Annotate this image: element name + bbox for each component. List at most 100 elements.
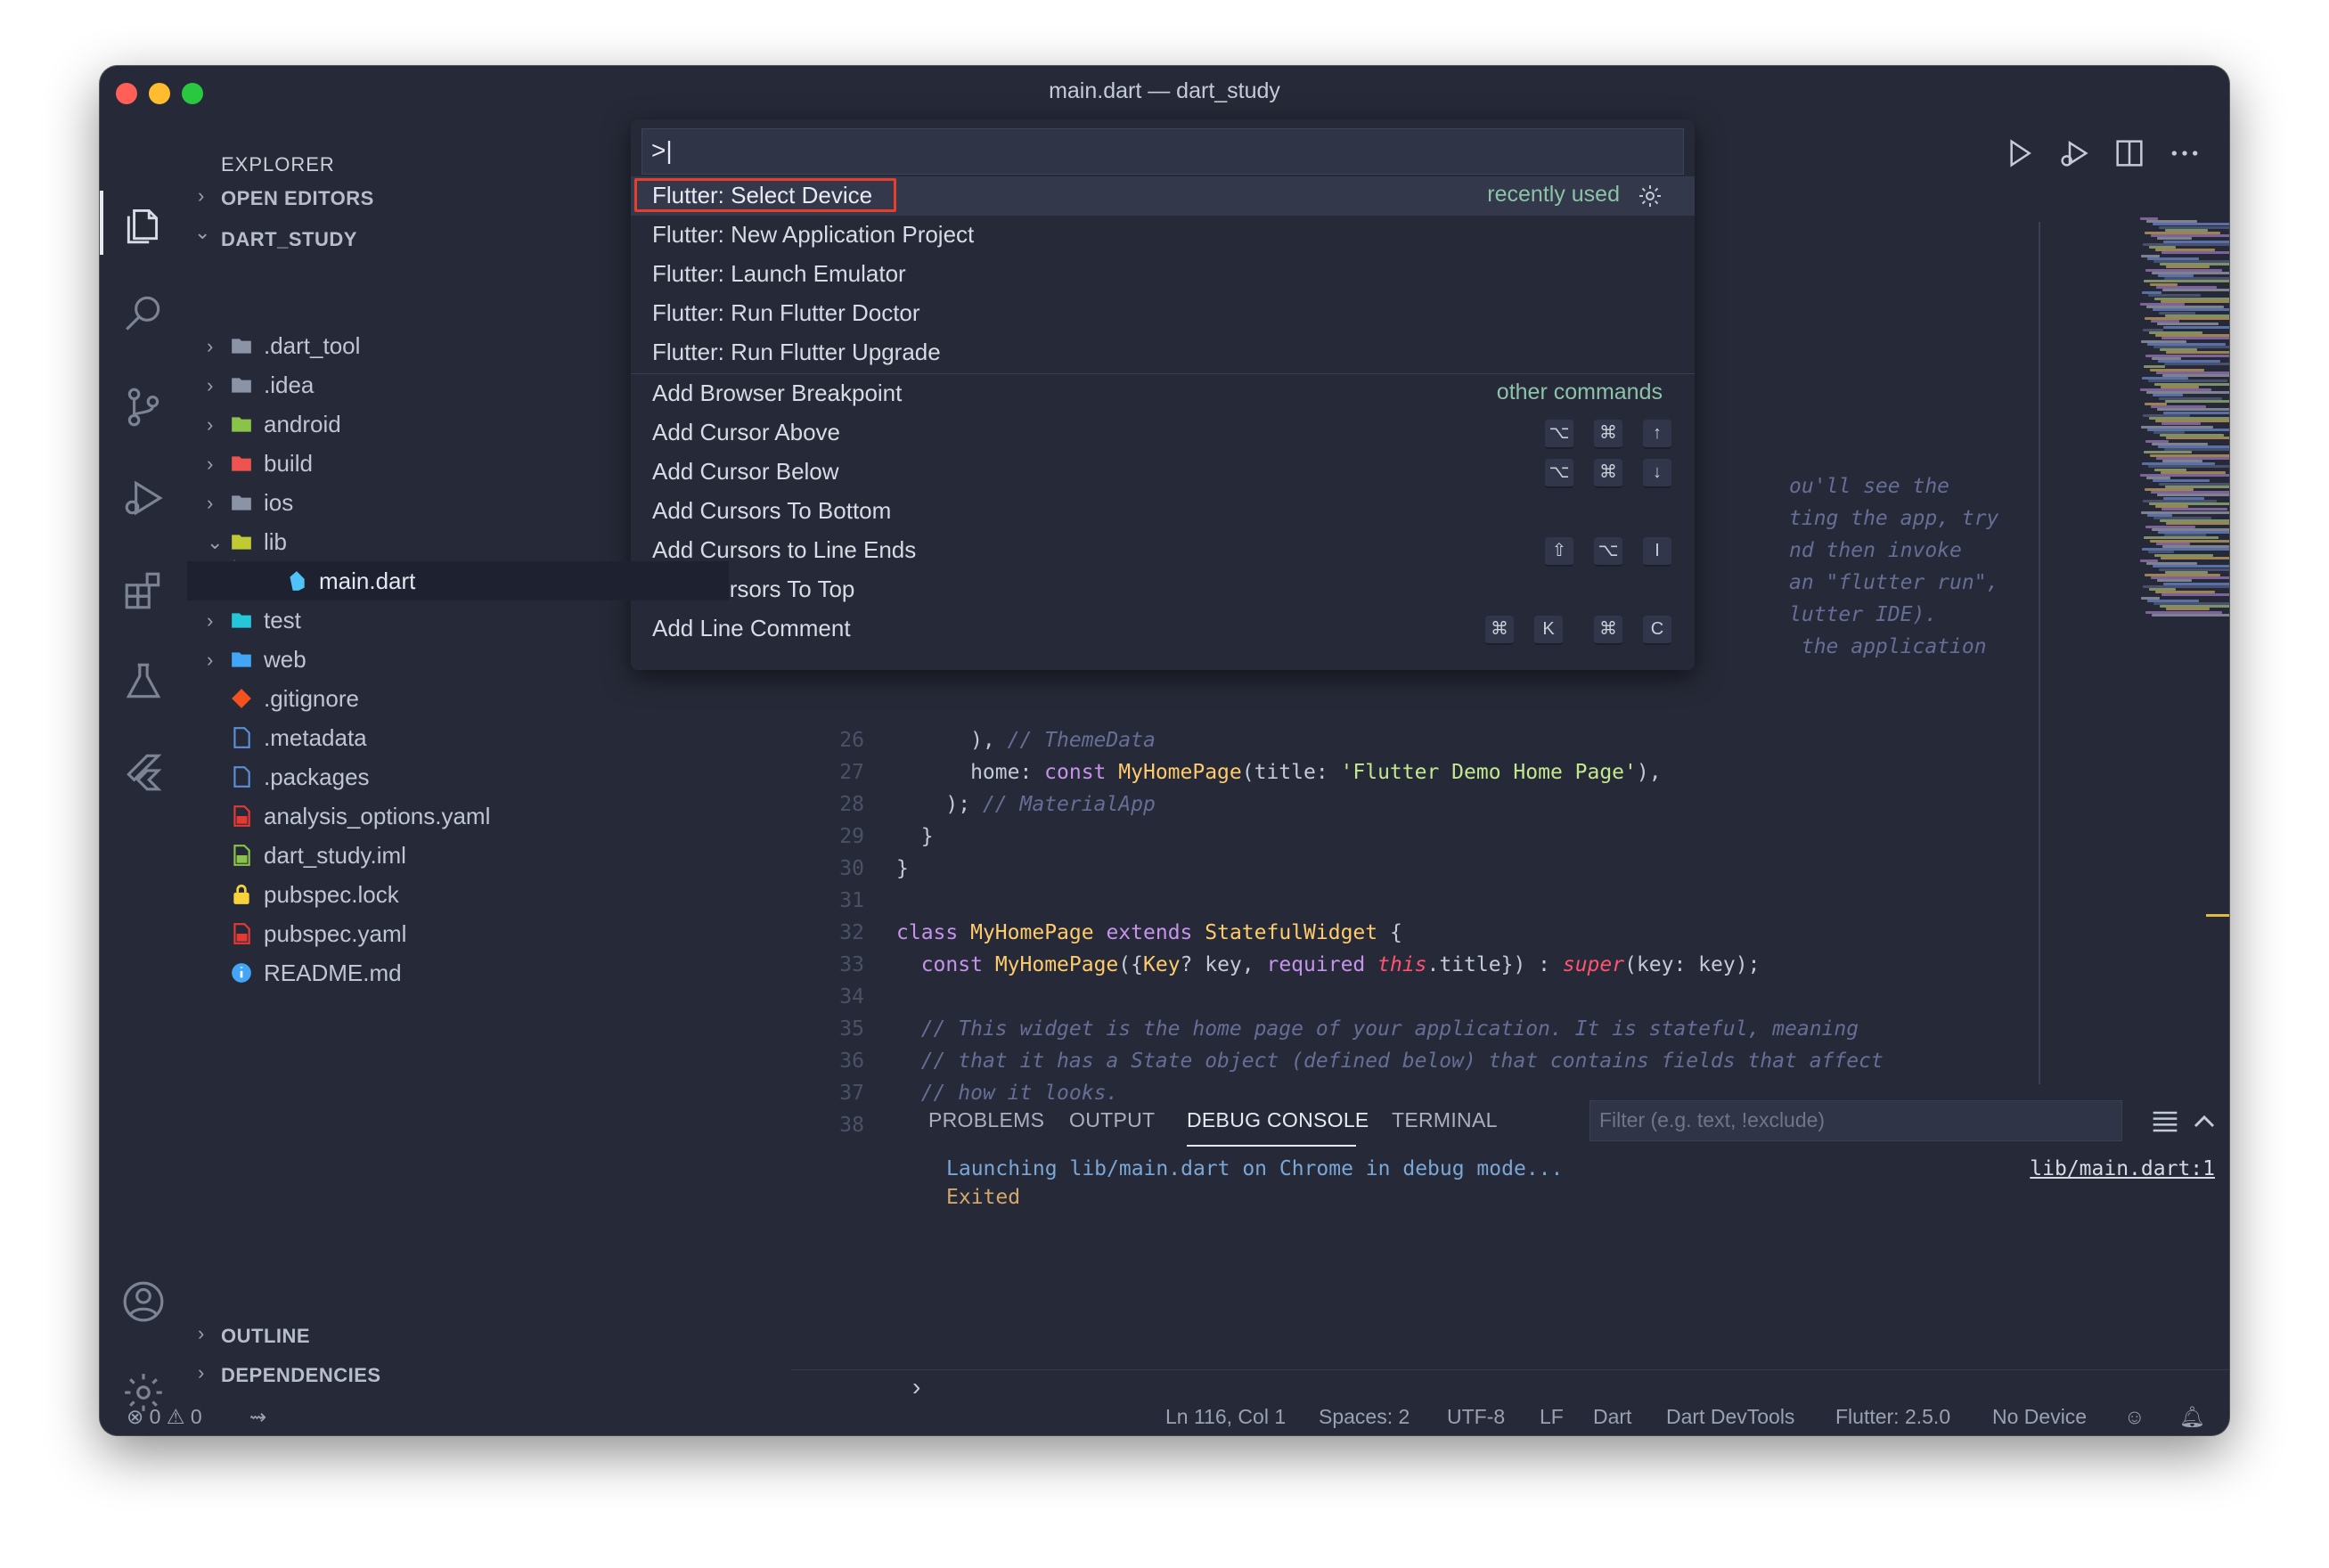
code-line[interactable]: 26 ), // ThemeData [729, 729, 2047, 761]
split-editor-icon[interactable] [2112, 135, 2151, 175]
cursor-position[interactable]: Ln 116, Col 1 [1165, 1405, 1286, 1429]
chevron-right-icon[interactable]: › [207, 609, 213, 633]
chevron-right-icon[interactable]: › [207, 492, 213, 515]
command-palette-item[interactable]: Add Cursors to Line Ends ⇧ ⌥ I [631, 531, 1695, 570]
configure-keybinding-gear-icon[interactable] [1636, 182, 1664, 210]
command-palette-input[interactable]: >| [641, 128, 1684, 175]
close-panel-icon[interactable] [2227, 1104, 2229, 1139]
tree-item[interactable]: › web [187, 640, 729, 679]
command-palette-item[interactable]: Add Browser Breakpoint other commands [631, 374, 1695, 413]
command-palette-item[interactable]: Flutter: New Application Project [631, 216, 1695, 255]
maximize-panel-icon[interactable] [2186, 1104, 2222, 1139]
minimap[interactable] [2140, 217, 2229, 627]
flutter-icon[interactable] [121, 750, 166, 795]
indentation-status[interactable]: Spaces: 2 [1319, 1405, 1410, 1429]
code-line[interactable]: 28 ); // MaterialApp [729, 793, 2047, 825]
code-line[interactable]: 36 // that it has a State object (define… [729, 1049, 2047, 1082]
tree-item[interactable]: › test [187, 600, 729, 640]
minimap-line [2148, 380, 2227, 383]
eol-status[interactable]: LF [1540, 1405, 1564, 1429]
search-icon[interactable] [121, 292, 166, 337]
project-chevron-icon[interactable]: ⌄ [194, 221, 211, 244]
chevron-right-icon[interactable]: › [207, 335, 213, 358]
outline-section[interactable]: OUTLINE [221, 1325, 310, 1348]
code-line[interactable]: 35 // This widget is the home page of yo… [729, 1017, 2047, 1049]
tree-item[interactable]: README.md [187, 953, 729, 992]
command-palette-item[interactable]: Flutter: Launch Emulator [631, 255, 1695, 294]
tree-item[interactable]: .metadata [187, 718, 729, 757]
minimap-line [2144, 280, 2229, 283]
tree-item[interactable]: › .dart_tool [187, 326, 729, 365]
chevron-down-icon[interactable]: ⌄ [207, 531, 223, 554]
explorer-icon[interactable] [121, 201, 166, 246]
tree-item[interactable]: pubspec.lock [187, 875, 729, 914]
extensions-icon[interactable] [121, 568, 166, 613]
code-line[interactable]: 33 const MyHomePage({Key? key, required … [729, 953, 2047, 985]
notifications-bell-icon[interactable]: 🔔︎ [2179, 1405, 2205, 1429]
open-editors-section[interactable]: OPEN EDITORS [221, 187, 374, 210]
command-palette-item[interactable]: Flutter: Run Flutter Upgrade [631, 333, 1695, 372]
project-section[interactable]: DART_STUDY [221, 228, 357, 251]
errors-status[interactable]: ⊗ 0 ⚠ 0 [127, 1405, 202, 1429]
tree-item[interactable]: › .idea [187, 365, 729, 404]
tree-item[interactable]: .packages [187, 757, 729, 796]
devtools-status[interactable]: Dart DevTools [1666, 1405, 1794, 1429]
code-line[interactable]: 30} [729, 857, 2047, 889]
language-status[interactable]: Dart [1593, 1405, 1631, 1429]
chevron-right-icon[interactable]: › [207, 413, 213, 437]
tree-item[interactable]: ⌄ lib [187, 522, 729, 561]
tree-item[interactable]: .gitignore [187, 679, 729, 718]
tree-item[interactable]: analysis_options.yaml [187, 796, 729, 836]
chevron-right-icon[interactable]: › [207, 374, 213, 397]
explorer-title: EXPLORER [221, 153, 335, 176]
flutter-version-status[interactable]: Flutter: 2.5.0 [1835, 1405, 1950, 1429]
tree-item[interactable]: › build [187, 444, 729, 483]
dependencies-section[interactable]: DEPENDENCIES [221, 1364, 381, 1387]
command-palette-item[interactable]: Add Cursor Above ⌥ ⌘ ↑ [631, 413, 1695, 453]
code-line[interactable]: 31 [729, 889, 2047, 921]
more-actions-icon[interactable] [2167, 135, 2206, 175]
tab-terminal[interactable]: TERMINAL [1392, 1108, 1498, 1132]
chevron-right-icon[interactable]: › [207, 649, 213, 672]
command-palette-item[interactable]: Add Cursors To Top [631, 570, 1695, 609]
scrollbar-marker[interactable] [2206, 914, 2229, 917]
command-palette-item[interactable]: Add Line Comment ⌘ K ⌘ C [631, 609, 1695, 649]
tree-item-label: .dart_tool [264, 332, 361, 359]
code-line[interactable]: 34 [729, 985, 2047, 1017]
code-line[interactable]: 29 } [729, 825, 2047, 857]
tab-output[interactable]: OUTPUT [1069, 1108, 1155, 1132]
word-wrap-icon[interactable] [2147, 1104, 2183, 1139]
command-palette-item[interactable]: Add Cursors To Bottom [631, 492, 1695, 531]
command-palette-item[interactable]: Add Cursor Below ⌥ ⌘ ↓ [631, 453, 1695, 492]
debug-run-icon[interactable] [2056, 135, 2096, 175]
open-editors-chevron-icon[interactable]: › [198, 184, 205, 208]
run-debug-icon[interactable] [121, 476, 166, 520]
source-control-icon[interactable] [121, 385, 166, 429]
lock-icon [230, 883, 253, 906]
tree-item[interactable]: dart_study.iml [187, 836, 729, 875]
command-label: Flutter: Launch Emulator [652, 260, 906, 287]
tab-debug-console[interactable]: DEBUG CONSOLE [1187, 1108, 1369, 1132]
encoding-status[interactable]: UTF-8 [1447, 1405, 1505, 1429]
command-palette-item[interactable]: Flutter: Run Flutter Doctor [631, 294, 1695, 333]
dependencies-chevron-icon[interactable]: › [198, 1361, 205, 1384]
command-palette-item[interactable]: Flutter: Select Device recently used [631, 176, 1695, 216]
testing-icon[interactable] [121, 659, 166, 704]
tree-item[interactable]: main.dart [187, 561, 729, 600]
run-icon[interactable] [2001, 135, 2040, 175]
console-source-link[interactable]: lib/main.dart:1 [2030, 1157, 2215, 1180]
outline-chevron-icon[interactable]: › [198, 1322, 205, 1345]
code-line[interactable]: 32 class MyHomePage extends StatefulWidge… [729, 921, 2047, 953]
chevron-right-icon[interactable]: › [207, 453, 213, 476]
tree-item[interactable]: pubspec.yaml [187, 914, 729, 953]
code-line[interactable]: 27 home: const MyHomePage(title: 'Flutte… [729, 761, 2047, 793]
console-filter-input[interactable]: Filter (e.g. text, !exclude) [1589, 1100, 2122, 1141]
tab-problems[interactable]: PROBLEMS [928, 1108, 1044, 1132]
live-share-icon[interactable]: ⇝ [249, 1405, 266, 1429]
device-status[interactable]: No Device [1992, 1405, 2087, 1429]
tree-item[interactable]: › android [187, 404, 729, 444]
accounts-icon[interactable] [121, 1279, 166, 1324]
feedback-icon[interactable]: ☺ [2124, 1405, 2145, 1429]
tree-item[interactable]: › ios [187, 483, 729, 522]
console-prompt[interactable]: › [912, 1373, 920, 1401]
